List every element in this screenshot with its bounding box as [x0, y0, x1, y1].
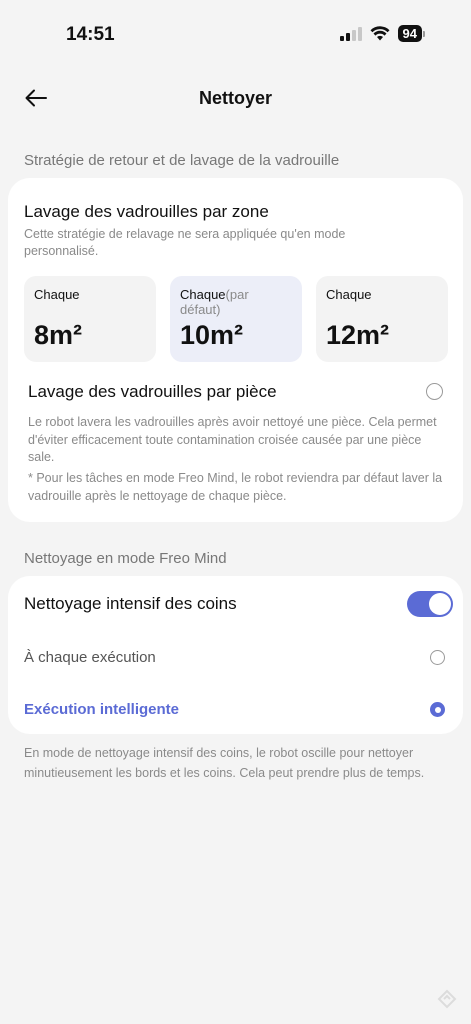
zone-option-value: 12m²	[326, 320, 390, 350]
mop-washing-card: Lavage des vadrouilles par zone Cette st…	[8, 178, 463, 522]
room-washing-description: Le robot lavera les vadrouilles après av…	[28, 415, 437, 464]
corner-cleaning-description: En mode de nettoyage intensif des coins,…	[24, 746, 425, 780]
option-smart-run-radio[interactable]	[430, 702, 445, 717]
zone-option-8m2[interactable]: Chaque 8m²	[24, 276, 156, 362]
zone-washing-title: Lavage des vadrouilles par zone	[24, 202, 269, 221]
option-every-run-radio[interactable]	[430, 650, 445, 665]
room-washing-note: * Pour les tâches en mode Freo Mind, le …	[28, 471, 443, 503]
toggle-knob	[429, 593, 451, 615]
wifi-icon	[370, 26, 390, 41]
battery-icon: 94	[397, 25, 425, 42]
corner-cleaning-card: Nettoyage intensif des coins À chaque ex…	[8, 576, 463, 734]
section-label-freo-mind: Nettoyage en mode Freo Mind	[24, 550, 227, 567]
corner-cleaning-title: Nettoyage intensif des coins	[24, 594, 237, 613]
zone-option-label: Chaque	[326, 287, 372, 302]
room-washing-title: Lavage des vadrouilles par pièce	[28, 382, 277, 401]
zone-option-label: Chaque	[180, 287, 226, 302]
cellular-signal-icon	[339, 26, 362, 41]
room-washing-radio[interactable]	[426, 383, 443, 400]
battery-level: 94	[397, 25, 422, 42]
watermark-icon	[437, 989, 457, 1009]
corner-cleaning-toggle[interactable]	[407, 591, 453, 617]
zone-washing-description: Cette stratégie de relavage ne sera appl…	[24, 227, 346, 258]
zone-option-value: 8m²	[34, 320, 83, 350]
status-icons: 94	[339, 25, 425, 42]
page-title: Nettoyer	[198, 88, 273, 108]
zone-option-12m2[interactable]: Chaque 12m²	[316, 276, 448, 362]
header: Nettoyer	[0, 78, 471, 118]
zone-area-options: Chaque 8m² Chaque(par défaut) 10m² Chaqu…	[24, 276, 448, 362]
option-every-run-label[interactable]: À chaque exécution	[24, 649, 156, 666]
zone-option-value: 10m²	[180, 320, 244, 350]
status-time: 14:51	[66, 24, 115, 45]
option-smart-run-label[interactable]: Exécution intelligente	[24, 701, 179, 718]
status-bar: 14:51 94	[0, 0, 471, 60]
section-label-return-strategy: Stratégie de retour et de lavage de la v…	[24, 152, 340, 169]
zone-option-10m2[interactable]: Chaque(par défaut) 10m²	[170, 276, 302, 362]
zone-option-label: Chaque	[34, 287, 80, 302]
